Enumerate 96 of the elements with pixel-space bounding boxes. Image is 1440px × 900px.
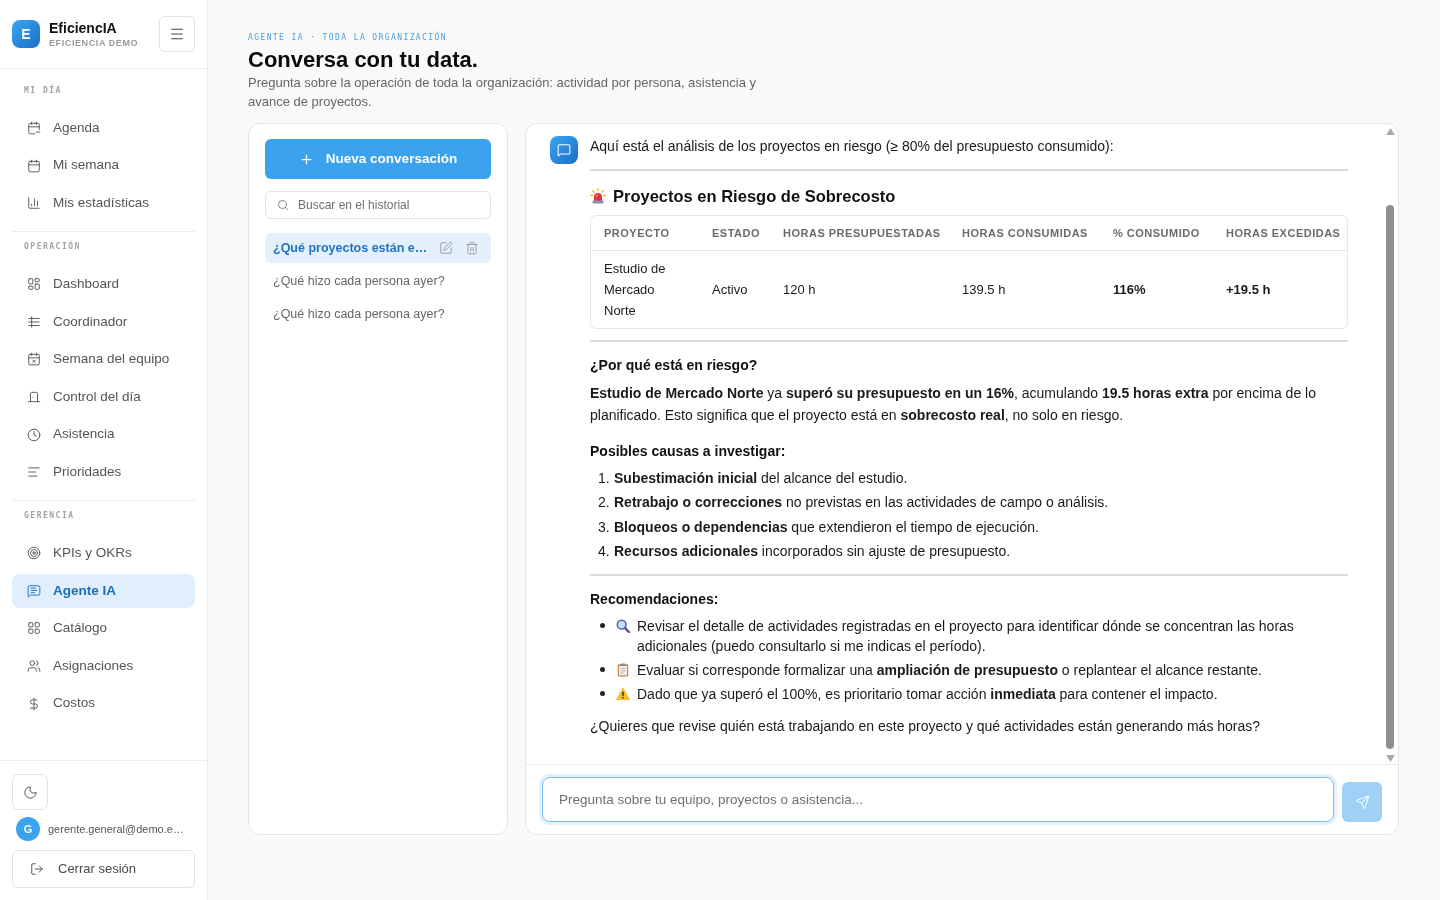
message-text: Aquí está el análisis de los proyectos en riesgo (≥ 80% del presupuesto consumido): xyxy=(590,137,1115,156)
siren-icon xyxy=(590,188,606,204)
table-cell: Activo xyxy=(712,282,748,297)
clock-icon xyxy=(27,427,41,442)
nav-item[interactable]: Prioridades xyxy=(12,455,195,490)
table-cell: Estudio de Mercado Norte xyxy=(604,261,666,318)
list-item-text: Recursos adicionales incorporados sin ajuste de presupuesto. xyxy=(614,541,1011,561)
menu-icon xyxy=(169,26,185,42)
list-item-text: Revisar el detalle de actividades registradas en el proyecto para identificar dónde se concentran las horas adicionales (puedo consultarlo si me indicas el período). xyxy=(637,616,1295,656)
column-header: PROYECTO xyxy=(603,225,671,241)
nav-item[interactable]: Dashboard xyxy=(12,267,195,302)
list-number: 4. xyxy=(597,541,611,561)
scroll-up-arrow-icon[interactable] xyxy=(1385,128,1395,135)
nav-item[interactable]: Asistencia xyxy=(12,417,195,452)
dashboard-icon xyxy=(27,277,41,292)
message-heading: Recomendaciones: xyxy=(590,589,720,609)
plus-icon xyxy=(298,151,314,167)
menu-button[interactable] xyxy=(159,16,195,52)
column-header: HORAS EXCEDIDAS xyxy=(1225,225,1342,241)
page-eyebrow: AGENTE IA · TODA LA ORGANIZACIÓN xyxy=(248,33,447,43)
send-icon xyxy=(1354,794,1370,810)
scrollbar-thumb[interactable] xyxy=(1386,205,1394,749)
table-cell: 116% xyxy=(1113,282,1146,297)
list-number: 3. xyxy=(597,517,611,537)
calendar-icon xyxy=(27,121,41,135)
lines-icon xyxy=(27,465,41,480)
nav-item[interactable]: Asignaciones xyxy=(12,648,195,683)
page-title: Conversa con tu data. xyxy=(248,47,478,73)
magnifier-icon xyxy=(616,618,630,633)
list-item-text: Retrabajo o correcciones no previstas en las actividades de campo o análisis. xyxy=(614,493,1109,513)
message-paragraph: Estudio de Mercado Norte ya superó su presupuesto en un 16%, acumulando 19.5 horas extra por encima de lo planificado. Esto significa que el proyecto está en sobrecosto real, no solo en riesgo. xyxy=(590,384,1317,425)
message-heading: ¿Por qué está en riesgo? xyxy=(590,356,759,375)
table-cell: +19.5 h xyxy=(1226,282,1271,297)
bullet-icon xyxy=(600,691,605,697)
table-cell: 120 h xyxy=(783,282,816,297)
brand-subtitle: EFICIENCIA DEMO xyxy=(49,36,139,49)
nav-item[interactable]: Costos xyxy=(12,686,195,721)
users-icon xyxy=(27,658,41,673)
bullet-icon xyxy=(600,667,605,673)
column-header: % CONSUMIDO xyxy=(1112,225,1201,241)
chat-bubble-icon xyxy=(550,136,578,164)
list-item-text: Bloqueos o dependencias que extendieron el tiempo de ejecución. xyxy=(614,517,1039,537)
calendar-x-icon xyxy=(27,352,41,367)
nav-item[interactable]: Control del día xyxy=(12,379,195,414)
list-item-text: Subestimación inicial del alcance del estudio. xyxy=(614,469,908,488)
nav-item[interactable]: Agente IA xyxy=(12,573,195,608)
target-icon xyxy=(27,546,41,561)
search-icon xyxy=(277,199,289,211)
nav-item[interactable]: Mis estadísticas xyxy=(12,186,195,221)
rows-icon xyxy=(27,314,41,329)
nav-item[interactable]: Coordinador xyxy=(12,304,195,339)
chat-icon xyxy=(27,583,41,598)
user-email: gerente.general@demo.e… xyxy=(48,821,184,837)
history-item[interactable]: ¿Qué hizo cada persona ayer? xyxy=(265,299,491,329)
moon-icon xyxy=(22,784,38,800)
message-title: Proyectos en Riesgo de Sobrecosto xyxy=(613,185,896,207)
calendar-icon xyxy=(27,158,41,173)
nav-item[interactable]: Agenda xyxy=(12,111,195,145)
list-number: 1. xyxy=(597,469,611,488)
history-item[interactable]: ¿Qué hizo cada persona ayer? xyxy=(265,266,491,296)
list-number: 2. xyxy=(597,493,611,513)
column-header: HORAS CONSUMIDAS xyxy=(961,225,1089,241)
history-item[interactable]: ¿Qué proyectos están e… xyxy=(265,233,491,263)
section-title: GERENCIA xyxy=(23,511,76,522)
column-header: HORAS PRESUPUESTADAS xyxy=(782,225,942,241)
warning-icon xyxy=(616,686,630,701)
user-avatar: G xyxy=(16,817,40,841)
scroll-down-arrow-icon[interactable] xyxy=(1385,755,1395,762)
dollar-icon xyxy=(27,696,41,711)
message-paragraph: ¿Quieres que revise quién está trabajando en este proyecto y qué actividades están generando más horas? xyxy=(590,716,1262,736)
page-description: Pregunta sobre la operación de toda la organización: actividad por persona, asistencia y avance de proyectos. xyxy=(248,74,758,111)
nav-item[interactable]: KPIs y OKRs xyxy=(12,536,195,571)
nav-item[interactable]: Catálogo xyxy=(12,611,195,646)
logout-icon xyxy=(30,862,44,876)
list-item-text: Dado que ya superó el 100%, es prioritario tomar acción inmediata para contener el impacto. xyxy=(637,684,1219,704)
clipboard-icon xyxy=(616,662,630,677)
trash-icon[interactable] xyxy=(465,241,479,255)
section-title: MI DÍA xyxy=(23,86,63,96)
list-item-text: Evaluar si corresponde formalizar una ampliación de presupuesto o replantear el alcance restante. xyxy=(637,660,1263,680)
grid-icon xyxy=(27,621,41,636)
bullet-icon xyxy=(600,623,605,629)
section-title: OPERACIÓN xyxy=(23,242,82,253)
column-header: ESTADO xyxy=(711,225,762,241)
brand-name: EficiencIA xyxy=(49,19,118,37)
table-cell: 139.5 h xyxy=(962,282,1006,297)
message-heading: Posibles causas a investigar: xyxy=(590,442,787,461)
search-field[interactable]: Buscar en el historial xyxy=(265,191,491,219)
nav-item[interactable]: Semana del equipo xyxy=(12,342,195,377)
theme-toggle-button[interactable] xyxy=(12,774,48,810)
logo: E xyxy=(12,20,40,48)
message-input[interactable]: Pregunta sobre tu equipo, proyectos o asistencia... xyxy=(542,777,1334,822)
logout-button[interactable]: Cerrar sesión xyxy=(12,850,195,888)
bar-chart-icon xyxy=(27,196,41,211)
edit-icon[interactable] xyxy=(439,241,453,255)
nav-item[interactable]: Mi semana xyxy=(12,148,195,183)
door-icon xyxy=(27,389,41,404)
